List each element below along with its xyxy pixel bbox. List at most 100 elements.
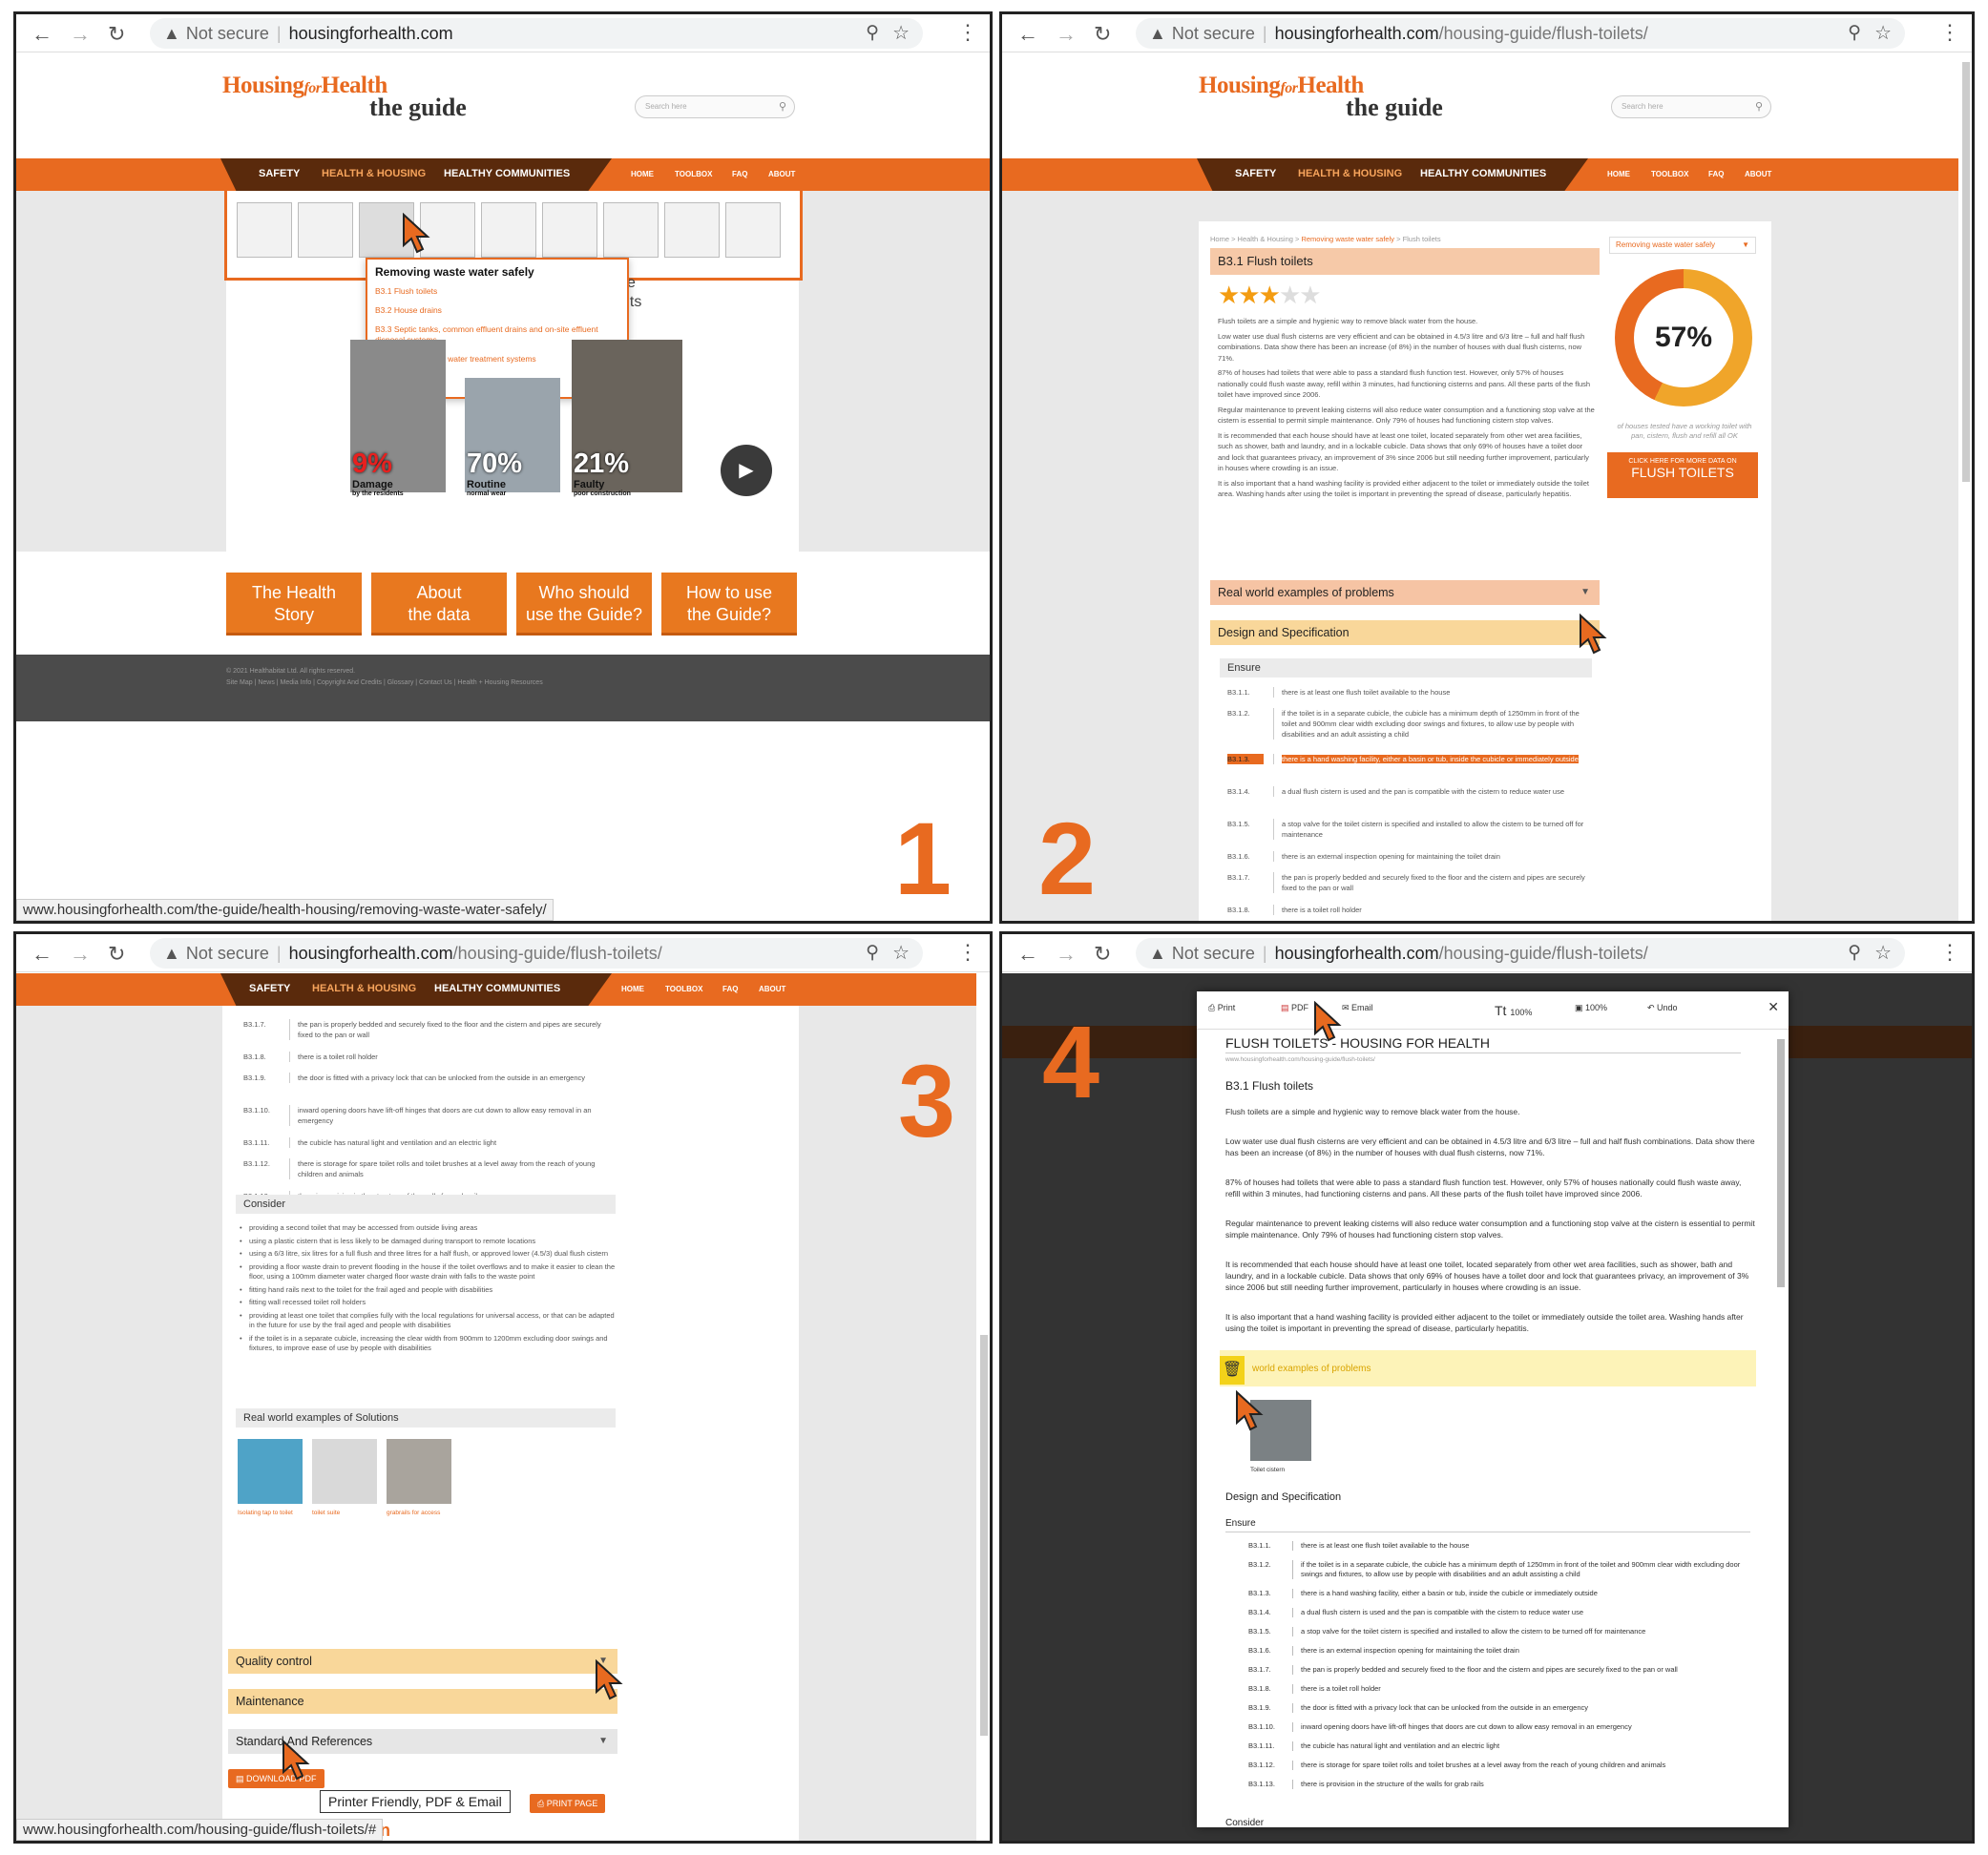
bookmark-star-icon[interactable]: ☆: [892, 938, 910, 969]
ensure-row-text: a dual flush cistern is used and the pan…: [1301, 1608, 1583, 1616]
browser-menu-icon[interactable]: ⋮: [957, 940, 978, 965]
nav-home[interactable]: HOME: [631, 170, 654, 178]
accordion-real-world-problems[interactable]: Real world examples of problems ▼: [1210, 580, 1600, 605]
reload-icon[interactable]: ↻: [108, 942, 125, 967]
address-bar[interactable]: ▲ Not secure | housingforhealth.com/housing…: [1136, 18, 1905, 49]
site-logo[interactable]: HousingforHealth the guide: [1199, 73, 1443, 122]
nav-faq[interactable]: FAQ: [722, 985, 738, 993]
nav-about[interactable]: ABOUT: [768, 170, 795, 178]
reload-icon[interactable]: ↻: [1094, 942, 1111, 967]
stat-faulty-sub: poor construction: [574, 490, 631, 497]
solution-caption[interactable]: toilet suite: [312, 1510, 340, 1516]
forward-icon[interactable]: →: [1056, 22, 1077, 47]
nav-safety[interactable]: SAFETY: [1235, 168, 1276, 179]
print-heading: B3.1 Flush toilets: [1225, 1079, 1314, 1093]
reload-icon[interactable]: ↻: [1094, 22, 1111, 47]
solution-caption[interactable]: grabrails for access: [387, 1510, 440, 1516]
browser-menu-icon[interactable]: ⋮: [957, 20, 978, 45]
about-data-button[interactable]: About the data: [371, 573, 507, 636]
text-size-control[interactable]: Tt 100%: [1495, 1003, 1532, 1018]
scrollbar[interactable]: [1777, 1039, 1785, 1287]
address-bar[interactable]: ▲ Not secure | housingforhealth.com/housing…: [150, 938, 923, 969]
site-logo[interactable]: HousingforHealth the guide: [222, 73, 467, 122]
warning-icon: ▲: [163, 944, 180, 963]
bookmark-star-icon[interactable]: ☆: [1874, 938, 1892, 969]
image-size-control[interactable]: ▣ 100%: [1575, 1003, 1607, 1013]
ensure-row-number: B3.1.12.: [1248, 1761, 1275, 1769]
solution-image-toilet[interactable]: [312, 1439, 377, 1504]
back-icon[interactable]: ←: [31, 22, 52, 47]
nav-about[interactable]: ABOUT: [1745, 170, 1771, 178]
image-caption: Toilet cistern: [1250, 1467, 1286, 1473]
ensure-row-number: B3.1.1.: [1227, 688, 1250, 697]
more-data-button[interactable]: CLICK HERE FOR MORE DATA ON FLUSH TOILETS: [1607, 452, 1758, 498]
mega-menu-thumbnails[interactable]: [237, 202, 781, 258]
health-story-button[interactable]: The Health Story: [226, 573, 362, 636]
address-bar[interactable]: ▲ Not secure | housingforhealth.com/housing…: [1136, 938, 1905, 969]
bookmark-star-icon[interactable]: ☆: [892, 18, 910, 49]
nav-health-housing[interactable]: HEALTH & HOUSING: [322, 168, 426, 179]
solution-caption[interactable]: Isolating tap to toilet: [238, 1510, 293, 1516]
zoom-icon[interactable]: ⚲: [866, 18, 879, 49]
nav-safety[interactable]: SAFETY: [249, 983, 290, 994]
pdf-button[interactable]: ▤ PDF: [1281, 1003, 1308, 1013]
url-host: housingforhealth.com: [288, 24, 453, 43]
nav-about[interactable]: ABOUT: [759, 985, 785, 993]
nav-toolbox[interactable]: TOOLBOX: [1651, 170, 1688, 178]
undo-button[interactable]: ↶ Undo: [1647, 1003, 1678, 1013]
breadcrumb-link[interactable]: Removing waste water safely: [1301, 235, 1394, 243]
scrollbar[interactable]: [980, 1335, 988, 1736]
nav-safety[interactable]: SAFETY: [259, 168, 300, 179]
nav-health-housing[interactable]: HEALTH & HOUSING: [1298, 168, 1402, 179]
zoom-icon[interactable]: ⚲: [866, 938, 879, 969]
print-button[interactable]: ⎙ Print: [1208, 1003, 1235, 1013]
browser-menu-icon[interactable]: ⋮: [1939, 20, 1960, 45]
nav-healthy-communities[interactable]: HEALTHY COMMUNITIES: [434, 983, 560, 994]
bookmark-star-icon[interactable]: ☆: [1874, 18, 1892, 49]
printer-icon: ⎙: [537, 1799, 547, 1808]
section-select[interactable]: Removing waste water safely ▼: [1609, 237, 1756, 254]
not-secure-label: Not secure: [185, 24, 269, 43]
panel-1: ← → ↻ ▲ Not secure | housingforhealth.com ⚲…: [13, 11, 993, 924]
accordion-design-spec[interactable]: Design and Specification: [1210, 620, 1600, 645]
forward-icon[interactable]: →: [70, 22, 91, 47]
solution-image-tap[interactable]: [238, 1439, 303, 1504]
browser-menu-icon[interactable]: ⋮: [1939, 940, 1960, 965]
back-icon[interactable]: ←: [1017, 22, 1038, 47]
email-button[interactable]: ✉ Email: [1342, 1003, 1373, 1013]
address-bar[interactable]: ▲ Not secure | housingforhealth.com ⚲ ☆: [150, 18, 923, 49]
zoom-icon[interactable]: ⚲: [1848, 938, 1861, 969]
print-page-button[interactable]: ⎙ PRINT PAGE: [530, 1794, 606, 1813]
nav-faq[interactable]: FAQ: [1708, 170, 1724, 178]
consider-item: if the toilet is in a separate cubicle, …: [240, 1334, 619, 1354]
nav-toolbox[interactable]: TOOLBOX: [675, 170, 712, 178]
nav-healthy-communities[interactable]: HEALTHY COMMUNITIES: [1420, 168, 1546, 179]
toilet-percent-donut: 57%: [1615, 269, 1752, 406]
how-to-use-button[interactable]: How to use the Guide?: [661, 573, 797, 636]
nav-healthy-communities[interactable]: HEALTHY COMMUNITIES: [444, 168, 570, 179]
forward-icon[interactable]: →: [70, 942, 91, 967]
nav-toolbox[interactable]: TOOLBOX: [665, 985, 702, 993]
footer-links[interactable]: Site Map | News | Media Info | Copyright…: [226, 679, 543, 686]
dropdown-link-house-drains[interactable]: B3.2 House drains: [375, 305, 619, 316]
trash-icon[interactable]: 🗑: [1220, 1356, 1245, 1385]
search-input[interactable]: Search here ⚲: [1611, 95, 1771, 118]
close-icon[interactable]: ✕: [1768, 999, 1779, 1015]
video-play-button[interactable]: ▶: [721, 445, 772, 496]
who-should-button[interactable]: Who should use the Guide?: [516, 573, 652, 636]
nav-faq[interactable]: FAQ: [732, 170, 747, 178]
back-icon[interactable]: ←: [31, 942, 52, 967]
solution-image-grabrails[interactable]: [387, 1439, 451, 1504]
accordion-maintenance[interactable]: Maintenance: [228, 1689, 617, 1714]
reload-icon[interactable]: ↻: [108, 22, 125, 47]
search-input[interactable]: Search here ⚲: [635, 95, 795, 118]
nav-home[interactable]: HOME: [1607, 170, 1630, 178]
zoom-icon[interactable]: ⚲: [1848, 18, 1861, 49]
forward-icon[interactable]: →: [1056, 942, 1077, 967]
back-icon[interactable]: ←: [1017, 942, 1038, 967]
nav-home[interactable]: HOME: [621, 985, 644, 993]
accordion-quality-control[interactable]: Quality control ▼: [228, 1649, 617, 1674]
dropdown-link-flush-toilets[interactable]: B3.1 Flush toilets: [375, 286, 619, 297]
scrollbar[interactable]: [1962, 62, 1970, 482]
nav-health-housing[interactable]: HEALTH & HOUSING: [312, 983, 416, 994]
